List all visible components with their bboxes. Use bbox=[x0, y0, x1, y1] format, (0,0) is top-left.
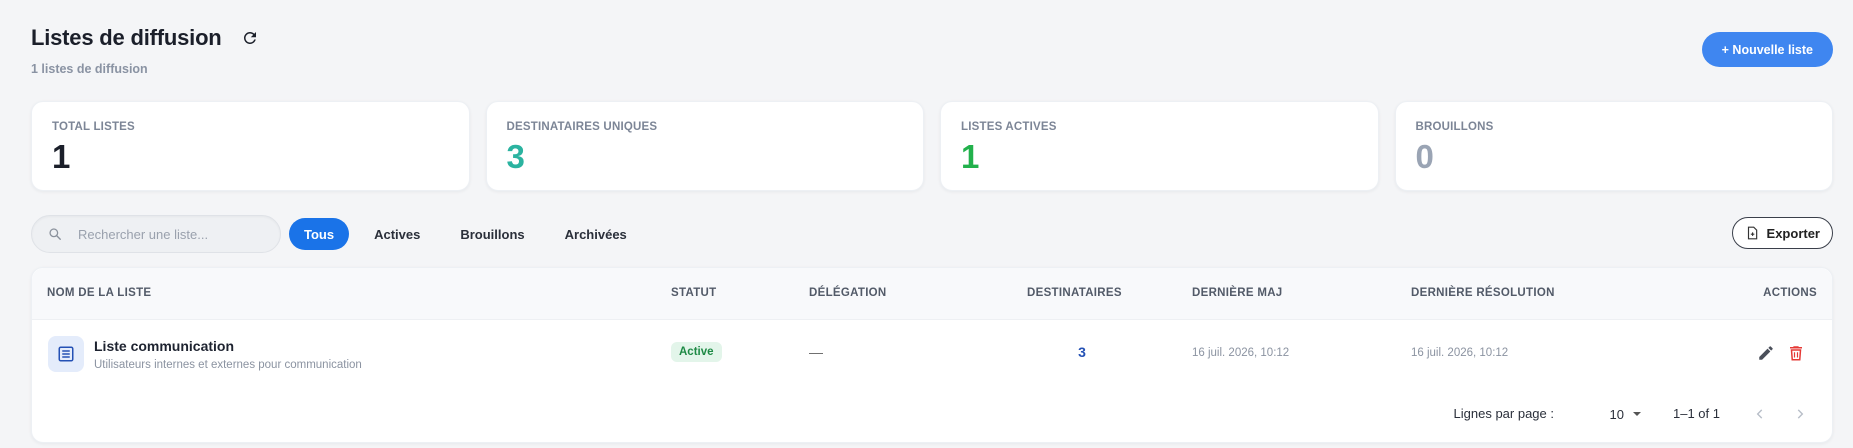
export-button[interactable]: Exporter bbox=[1731, 217, 1833, 249]
search-box bbox=[31, 215, 281, 253]
stat-card-unique-recipients: DESTINATAIRES UNIQUES 3 bbox=[485, 101, 924, 191]
stat-label: LISTES ACTIVES bbox=[961, 121, 1057, 133]
last-update-cell: 16 juil. 2026, 10:12 bbox=[1192, 347, 1290, 359]
search-icon bbox=[49, 228, 61, 240]
table-row[interactable]: Liste communication Utilisateurs interne… bbox=[32, 320, 1832, 390]
stat-label: BROUILLONS bbox=[1415, 121, 1494, 133]
pencil-icon bbox=[1759, 346, 1773, 360]
stats-row: TOTAL LISTES 1 DESTINATAIRES UNIQUES 3 L… bbox=[31, 101, 1833, 191]
stat-value: 3 bbox=[506, 138, 525, 175]
filter-tab-active[interactable]: Actives bbox=[359, 218, 435, 250]
column-header-name[interactable]: NOM DE LA LISTE bbox=[47, 287, 151, 299]
pagination-range: 1–1 of 1 bbox=[1673, 406, 1720, 421]
page: Listes de diffusion 1 listes de diffusio… bbox=[0, 0, 1853, 448]
recipients-count[interactable]: 3 bbox=[1072, 344, 1092, 360]
rows-per-page-select[interactable]: 10 bbox=[1610, 402, 1642, 426]
column-header-recipients[interactable]: DESTINATAIRES bbox=[1027, 287, 1122, 299]
title-row: Listes de diffusion bbox=[31, 25, 262, 51]
refresh-icon bbox=[243, 31, 256, 44]
column-header-actions: ACTIONS bbox=[1763, 287, 1817, 299]
page-header: Listes de diffusion 1 listes de diffusio… bbox=[31, 0, 1833, 95]
stat-card-total: TOTAL LISTES 1 bbox=[31, 101, 470, 191]
refresh-button[interactable] bbox=[238, 26, 262, 50]
new-list-button[interactable]: + Nouvelle liste bbox=[1701, 32, 1833, 67]
caret-down-icon bbox=[1633, 412, 1641, 416]
column-header-last-resolution[interactable]: DERNIÈRE RÉSOLUTION bbox=[1411, 287, 1555, 299]
delete-button[interactable] bbox=[1785, 342, 1807, 364]
next-page-button[interactable] bbox=[1788, 402, 1812, 426]
search-input[interactable] bbox=[78, 226, 258, 242]
chevron-right-icon bbox=[1797, 409, 1804, 419]
trash-icon bbox=[1790, 346, 1802, 361]
delegation-cell: — bbox=[809, 344, 823, 360]
column-header-status[interactable]: STATUT bbox=[671, 287, 716, 299]
column-header-last-update[interactable]: DERNIÈRE MAJ bbox=[1192, 287, 1283, 299]
stat-value: 1 bbox=[52, 138, 71, 175]
filter-tabs: Tous Actives Brouillons Archivées bbox=[289, 218, 652, 250]
status-badge: Active bbox=[671, 342, 722, 362]
stat-value: 0 bbox=[1415, 138, 1434, 175]
edit-button[interactable] bbox=[1755, 342, 1777, 364]
list-type-icon bbox=[48, 336, 84, 372]
last-resolution-cell: 16 juil. 2026, 10:12 bbox=[1411, 347, 1509, 359]
list-description: Utilisateurs internes et externes pour c… bbox=[94, 359, 362, 371]
stat-value: 1 bbox=[961, 138, 980, 175]
stat-card-drafts: BROUILLONS 0 bbox=[1394, 101, 1833, 191]
export-label: Exporter bbox=[1766, 225, 1820, 241]
pagination: Lignes par page : 10 1–1 of 1 bbox=[32, 388, 1832, 442]
table-list-icon bbox=[58, 346, 74, 362]
stat-label: TOTAL LISTES bbox=[52, 121, 135, 133]
rows-per-page-value: 10 bbox=[1609, 406, 1624, 422]
page-title: Listes de diffusion bbox=[31, 25, 222, 50]
stat-card-active: LISTES ACTIVES 1 bbox=[940, 101, 1379, 191]
file-export-icon bbox=[1747, 226, 1757, 240]
previous-page-button[interactable] bbox=[1748, 402, 1772, 426]
toolbar: Tous Actives Brouillons Archivées Export… bbox=[31, 214, 1833, 254]
chevron-left-icon bbox=[1756, 409, 1763, 419]
list-name[interactable]: Liste communication bbox=[94, 338, 234, 354]
filter-tab-archived[interactable]: Archivées bbox=[550, 218, 642, 250]
rows-per-page-label: Lignes par page : bbox=[1453, 406, 1554, 421]
filter-tab-all[interactable]: Tous bbox=[289, 218, 350, 250]
stat-label: DESTINATAIRES UNIQUES bbox=[506, 121, 658, 133]
lists-table: NOM DE LA LISTE STATUT DÉLÉGATION DESTIN… bbox=[31, 267, 1833, 443]
list-count-subtitle: 1 listes de diffusion bbox=[31, 62, 148, 76]
column-header-delegation[interactable]: DÉLÉGATION bbox=[809, 287, 887, 299]
table-header: NOM DE LA LISTE STATUT DÉLÉGATION DESTIN… bbox=[32, 268, 1832, 320]
filter-tab-drafts[interactable]: Brouillons bbox=[445, 218, 539, 250]
